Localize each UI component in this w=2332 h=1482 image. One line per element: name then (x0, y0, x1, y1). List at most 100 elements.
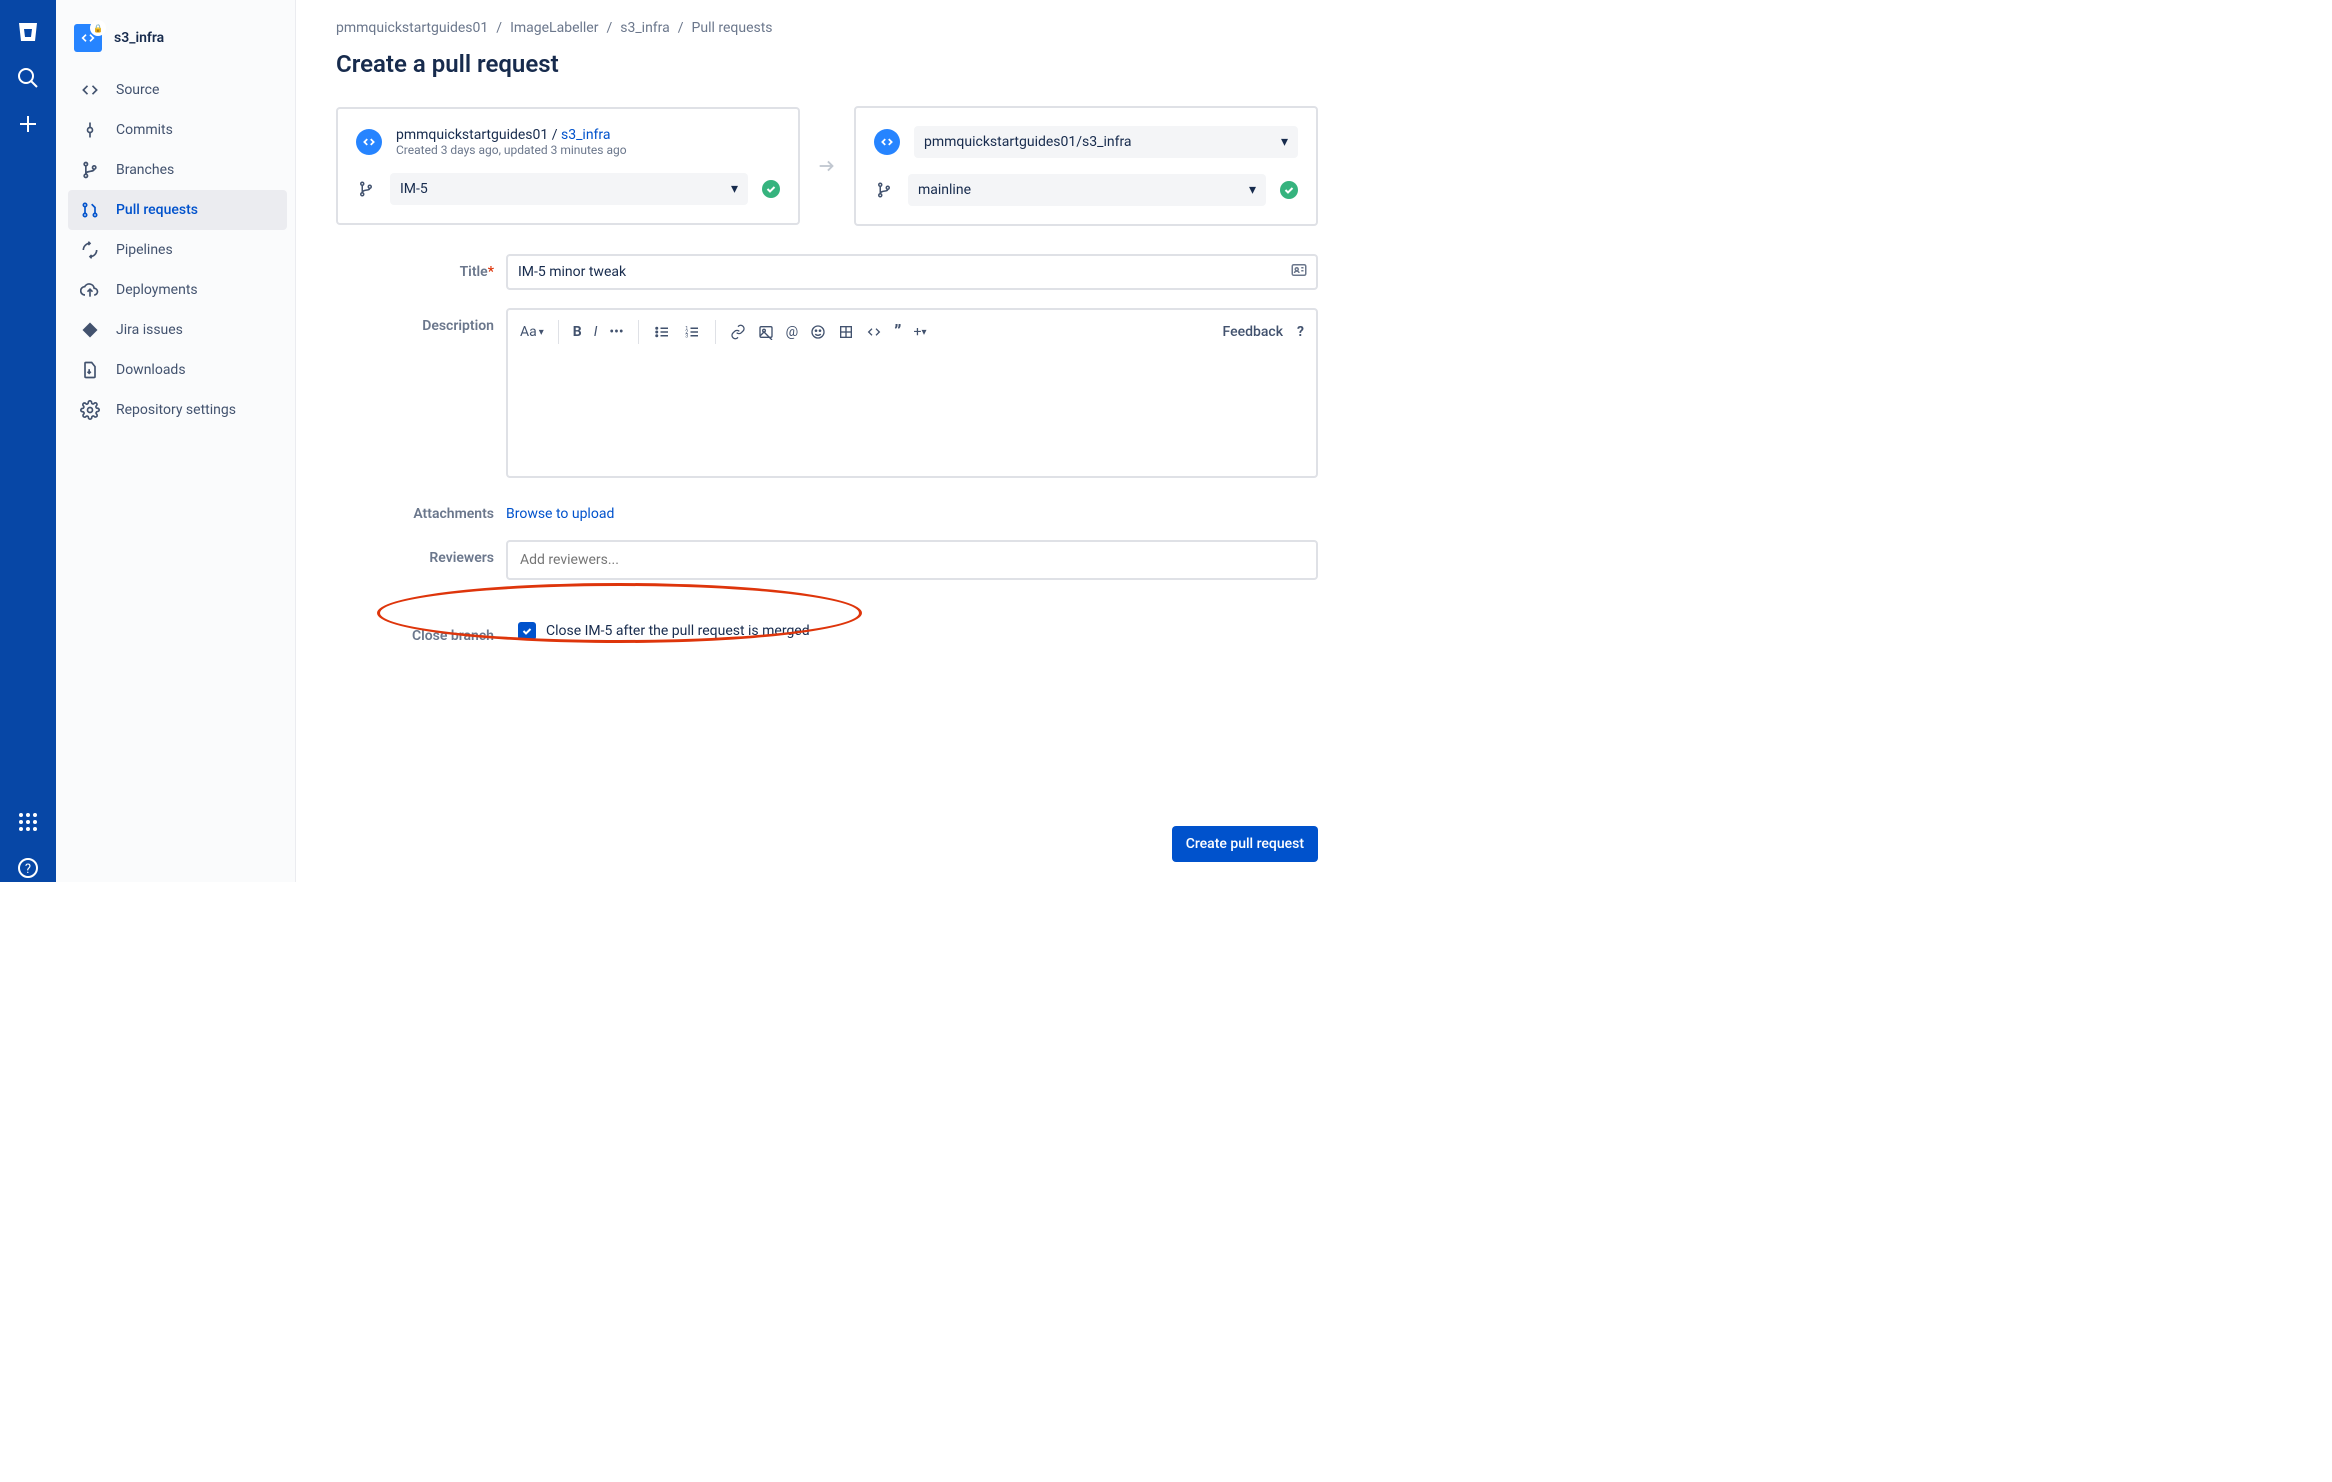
sidebar-item-label: Jira issues (116, 322, 183, 338)
build-success-icon (1280, 181, 1298, 199)
code-icon (80, 80, 100, 100)
sidebar-item-label: Pull requests (116, 202, 198, 218)
bold-button[interactable]: B (573, 324, 582, 340)
create-icon[interactable] (14, 110, 42, 138)
sidebar-item-source[interactable]: Source (68, 70, 287, 110)
sidebar-item-label: Repository settings (116, 402, 236, 418)
emoji-icon[interactable] (810, 324, 826, 340)
sidebar-item-downloads[interactable]: Downloads (68, 350, 287, 390)
sidebar-item-commits[interactable]: Commits (68, 110, 287, 150)
chevron-down-icon: ▾ (539, 327, 544, 338)
source-repo-meta: pmmquickstartguides01 / s3_infra Created… (396, 127, 627, 157)
sidebar-item-deployments[interactable]: Deployments (68, 270, 287, 310)
sidebar-item-jira-issues[interactable]: Jira issues (68, 310, 287, 350)
download-icon (80, 360, 100, 380)
branch-icon (874, 181, 894, 199)
description-label: Description (336, 308, 506, 478)
target-repo-select[interactable]: pmmquickstartguides01/s3_infra ▾ (914, 126, 1298, 158)
title-label: Title* (336, 254, 506, 290)
arrow-right-icon (816, 155, 838, 177)
sidebar-item-label: Branches (116, 162, 174, 178)
svg-text:3: 3 (685, 333, 688, 339)
chevron-down-icon: ▾ (1281, 134, 1288, 150)
sidebar-item-label: Commits (116, 122, 173, 138)
source-owner: pmmquickstartguides01 (396, 127, 548, 143)
text-style-button[interactable]: Aa ▾ (520, 324, 544, 340)
sidebar-item-pull-requests[interactable]: Pull requests (68, 190, 287, 230)
editor-help-button[interactable]: ? (1297, 324, 1304, 340)
italic-button[interactable]: I (594, 324, 598, 340)
project-sidebar: s3_infra Source Commits Branches Pull re… (56, 0, 296, 882)
source-branch-box: pmmquickstartguides01 / s3_infra Created… (336, 107, 800, 225)
description-editor[interactable]: Aa ▾ B I ••• 123 (506, 308, 1318, 478)
code-block-icon[interactable] (866, 324, 882, 340)
branch-icon (80, 160, 100, 180)
source-timestamps: Created 3 days ago, updated 3 minutes ag… (396, 143, 627, 157)
link-icon[interactable] (730, 324, 746, 340)
repo-header[interactable]: s3_infra (68, 16, 287, 70)
close-branch-text: Close IM-5 after the pull request is mer… (546, 623, 810, 639)
more-formatting-button[interactable]: ••• (609, 324, 623, 340)
browse-upload-link[interactable]: Browse to upload (506, 496, 614, 522)
breadcrumb-item[interactable]: Pull requests (692, 20, 773, 36)
source-branch-select[interactable]: IM-5 ▾ (390, 173, 748, 205)
cloud-upload-icon (80, 280, 100, 300)
breadcrumb-item[interactable]: pmmquickstartguides01 (336, 20, 488, 36)
source-repo[interactable]: s3_infra (561, 127, 611, 143)
close-branch-checkbox[interactable] (518, 622, 536, 640)
create-pull-request-button[interactable]: Create pull request (1172, 826, 1318, 862)
title-input[interactable] (506, 254, 1318, 290)
sidebar-item-settings[interactable]: Repository settings (68, 390, 287, 430)
help-icon[interactable]: ? (14, 854, 42, 882)
apps-icon[interactable] (14, 808, 42, 836)
bullet-list-icon[interactable] (653, 323, 671, 341)
sidebar-item-label: Downloads (116, 362, 186, 378)
source-branch-value: IM-5 (400, 181, 428, 197)
svg-text:?: ? (25, 862, 31, 877)
close-branch-label: Close branch (336, 618, 506, 644)
page-title: Create a pull request (336, 50, 1318, 78)
branch-icon (356, 180, 376, 198)
attachments-label: Attachments (336, 496, 506, 522)
target-branch-box: pmmquickstartguides01/s3_infra ▾ mainlin… (854, 106, 1318, 226)
main-content: pmmquickstartguides01/ ImageLabeller/ s3… (296, 0, 1358, 882)
repo-icon (874, 129, 900, 155)
branch-selection-row: pmmquickstartguides01 / s3_infra Created… (336, 106, 1318, 226)
breadcrumb-item[interactable]: s3_infra (620, 20, 670, 36)
sidebar-item-branches[interactable]: Branches (68, 150, 287, 190)
table-icon[interactable] (838, 324, 854, 340)
breadcrumb-item[interactable]: ImageLabeller (510, 20, 598, 36)
sidebar-item-label: Pipelines (116, 242, 173, 258)
editor-toolbar: Aa ▾ B I ••• 123 (508, 310, 1316, 354)
jira-icon (80, 320, 100, 340)
search-icon[interactable] (14, 64, 42, 92)
gear-icon (80, 400, 100, 420)
sidebar-item-label: Source (116, 82, 159, 98)
global-nav: ? (0, 0, 56, 882)
numbered-list-icon[interactable]: 123 (683, 323, 701, 341)
repo-avatar (74, 24, 102, 52)
mention-icon[interactable]: @ (786, 324, 799, 340)
build-success-icon (762, 180, 780, 198)
quote-icon[interactable]: ” (894, 322, 901, 343)
pull-request-icon (80, 200, 100, 220)
bitbucket-logo[interactable] (14, 18, 42, 46)
insert-more-button[interactable]: + ▾ (914, 324, 927, 340)
reviewers-label: Reviewers (336, 540, 506, 580)
target-branch-select[interactable]: mainline ▾ (908, 174, 1266, 206)
chevron-down-icon: ▾ (1249, 182, 1256, 198)
breadcrumb: pmmquickstartguides01/ ImageLabeller/ s3… (336, 20, 1318, 36)
image-icon[interactable] (758, 324, 774, 340)
pipelines-icon (80, 240, 100, 260)
reviewers-input[interactable] (506, 540, 1318, 580)
chevron-down-icon: ▾ (731, 181, 738, 197)
feedback-button[interactable]: Feedback (1223, 324, 1283, 340)
repo-icon (356, 129, 382, 155)
repo-name: s3_infra (114, 30, 164, 46)
sidebar-item-label: Deployments (116, 282, 198, 298)
contact-card-icon[interactable] (1290, 261, 1308, 283)
target-repo-value: pmmquickstartguides01/s3_infra (924, 134, 1132, 150)
sidebar-item-pipelines[interactable]: Pipelines (68, 230, 287, 270)
target-branch-value: mainline (918, 182, 971, 198)
commit-icon (80, 120, 100, 140)
